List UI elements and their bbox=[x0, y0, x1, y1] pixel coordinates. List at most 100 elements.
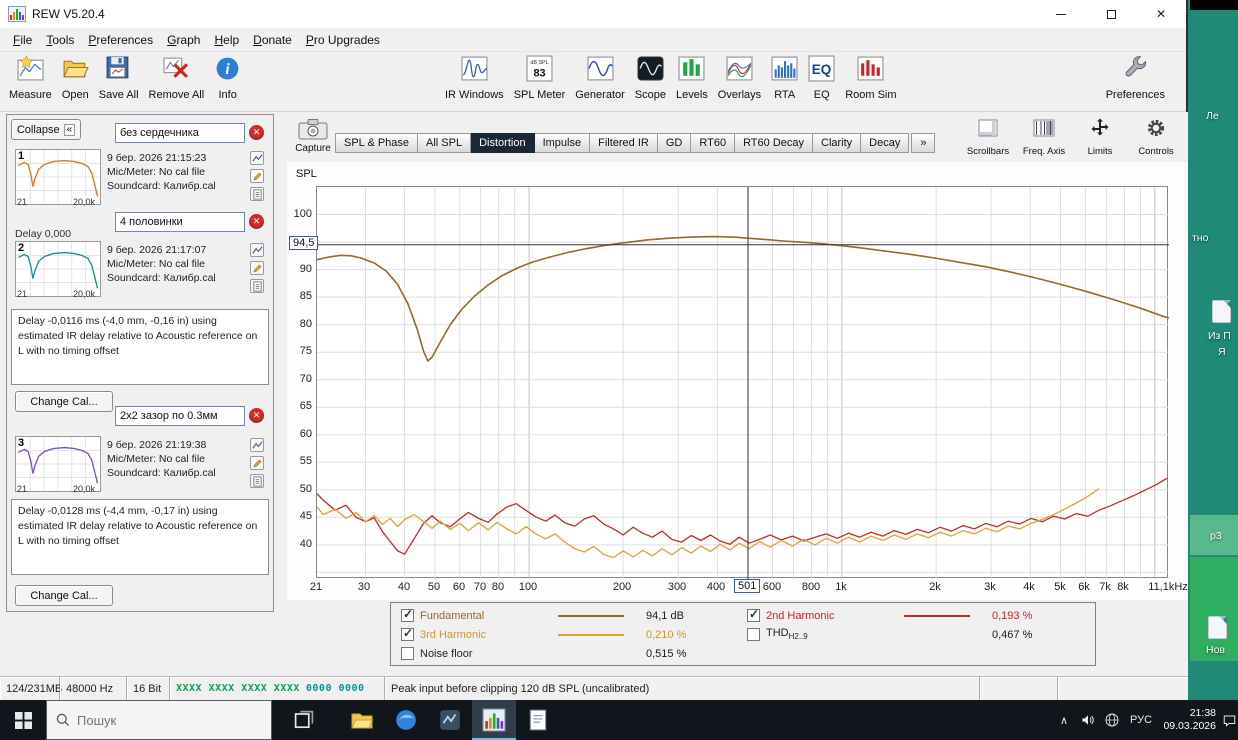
toolbar-rta-button[interactable]: RTA bbox=[771, 55, 798, 101]
measurement-name-input[interactable] bbox=[115, 212, 245, 232]
svg-text:EQ: EQ bbox=[812, 62, 832, 77]
x-tick-label: 7k bbox=[1099, 581, 1111, 593]
minimize-button[interactable] bbox=[1036, 0, 1086, 28]
toolbar-scope-button[interactable]: Scope bbox=[635, 55, 666, 101]
toolbar-irwindows-button[interactable]: IR Windows bbox=[445, 55, 504, 101]
legend-checkbox[interactable] bbox=[401, 607, 414, 622]
tab-clarity[interactable]: Clarity bbox=[813, 133, 862, 153]
desktop-icon-label[interactable]: Я bbox=[1218, 346, 1226, 358]
desktop-file-icon[interactable] bbox=[1212, 300, 1231, 323]
toolbar-overlays-button[interactable]: Overlays bbox=[718, 55, 761, 101]
menu-graph[interactable]: Graph bbox=[160, 30, 207, 50]
tab-rt60[interactable]: RT60 bbox=[691, 133, 736, 153]
change-cal-button[interactable]: Change Cal... bbox=[15, 391, 113, 412]
legend-checkbox[interactable] bbox=[401, 626, 414, 641]
measurement-notes-icon[interactable] bbox=[250, 279, 264, 293]
desktop-icon-label[interactable]: Из П bbox=[1208, 330, 1231, 342]
toolbar-roomsim-button[interactable]: Room Sim bbox=[845, 55, 897, 101]
network-button[interactable] bbox=[1100, 700, 1124, 740]
titlebar[interactable]: REW V5.20.4 ✕ bbox=[0, 0, 1186, 28]
legend-checkbox[interactable] bbox=[747, 607, 760, 622]
more-tabs-button[interactable]: » bbox=[911, 133, 936, 153]
desktop-icon-label[interactable]: Ле bbox=[1206, 110, 1219, 122]
measurement-mic: Mic/Meter: No cal file bbox=[107, 166, 206, 178]
toolbar-levels-button[interactable]: Levels bbox=[676, 55, 708, 101]
toolbar-removeall-button[interactable]: Remove All bbox=[149, 55, 204, 101]
measurement-soundcard: Soundcard: Калибр.cal bbox=[107, 180, 216, 192]
measurement-pencil-icon[interactable] bbox=[250, 169, 264, 183]
delete-measurement-button[interactable]: ✕ bbox=[249, 125, 264, 140]
clock[interactable]: 21:38 09.03.2026 bbox=[1158, 700, 1220, 740]
x-tick-label: 1k bbox=[835, 581, 847, 593]
close-button[interactable]: ✕ bbox=[1136, 0, 1186, 28]
legend-checkbox[interactable] bbox=[747, 628, 760, 641]
measurement-chart-icon[interactable] bbox=[250, 243, 264, 257]
tab-impulse[interactable]: Impulse bbox=[534, 133, 591, 153]
measurement-chart-icon[interactable] bbox=[250, 438, 264, 452]
toolbar-info-button[interactable]: i Info bbox=[214, 55, 241, 101]
action-center-button[interactable] bbox=[1220, 700, 1238, 740]
search-input[interactable] bbox=[77, 712, 247, 728]
measurement-pencil-icon[interactable] bbox=[250, 456, 264, 470]
file-explorer-button[interactable] bbox=[340, 700, 384, 740]
collapse-panel-button[interactable]: Collapse « bbox=[11, 119, 81, 140]
tab-spl-phase[interactable]: SPL & Phase bbox=[335, 133, 419, 153]
legend-row: Fundamental 94,1 dB 2nd Harmonic 0,193 % bbox=[397, 606, 1089, 625]
distortion-plot[interactable] bbox=[316, 186, 1169, 579]
toolbar-generator-button[interactable]: Generator bbox=[575, 55, 625, 101]
taskbar-search[interactable] bbox=[46, 700, 272, 740]
menu-donate[interactable]: Donate bbox=[246, 30, 299, 50]
toolbar-saveall-button[interactable]: Save All bbox=[99, 55, 139, 101]
desktop-icon-label[interactable]: Нов bbox=[1206, 644, 1225, 656]
tab-all-spl[interactable]: All SPL bbox=[418, 133, 472, 153]
measurement-notes-icon[interactable] bbox=[250, 474, 264, 488]
plot-canvas[interactable] bbox=[317, 187, 1169, 579]
tab-filtered-ir[interactable]: Filtered IR bbox=[590, 133, 658, 153]
measurement-pencil-icon[interactable] bbox=[250, 261, 264, 275]
capture-button[interactable]: Capture bbox=[293, 118, 333, 154]
language-indicator[interactable]: РУС bbox=[1124, 700, 1158, 740]
desktop-file-icon[interactable] bbox=[1208, 616, 1227, 639]
toolbar-measure-button[interactable]: Measure bbox=[9, 55, 52, 101]
delete-measurement-button[interactable]: ✕ bbox=[249, 214, 264, 229]
measurement-name-input[interactable] bbox=[115, 123, 245, 143]
menu-file[interactable]: File bbox=[6, 30, 39, 50]
delete-measurement-button[interactable]: ✕ bbox=[249, 408, 264, 423]
measurement-chart-icon[interactable] bbox=[250, 151, 264, 165]
menu-tools[interactable]: Tools bbox=[39, 30, 81, 50]
tab-distortion[interactable]: Distortion bbox=[471, 133, 535, 153]
change-cal-button[interactable]: Change Cal... bbox=[15, 585, 113, 606]
rew-taskbar-button[interactable] bbox=[472, 700, 516, 740]
y-tick-label: 65 bbox=[299, 400, 312, 412]
tab-decay[interactable]: Decay bbox=[861, 133, 910, 153]
freqaxis-button[interactable]: Freq. Axis bbox=[1016, 114, 1072, 157]
desktop-icon-label[interactable]: р3 bbox=[1210, 530, 1222, 542]
controls-button[interactable]: Controls bbox=[1128, 114, 1184, 157]
menu-preferences[interactable]: Preferences bbox=[81, 30, 160, 50]
volume-button[interactable] bbox=[1076, 700, 1100, 740]
toolbar-eq-button[interactable]: EQ EQ bbox=[808, 55, 835, 101]
desktop-icon-label[interactable]: тно bbox=[1192, 232, 1208, 244]
y-tick-label: 80 bbox=[299, 318, 312, 330]
legend-checkbox[interactable] bbox=[401, 647, 414, 660]
menu-pro-upgrades[interactable]: Pro Upgrades bbox=[299, 30, 387, 50]
measurement-date: 9 бер. 2026 21:17:07 bbox=[107, 244, 207, 256]
scrollbars-button[interactable]: Scrollbars bbox=[960, 114, 1016, 157]
toolbar-splmeter-button[interactable]: dB SPL 83 SPL Meter bbox=[514, 55, 565, 101]
x-tick-label: 2k bbox=[929, 581, 941, 593]
task-view-button[interactable] bbox=[282, 700, 326, 740]
start-button[interactable] bbox=[0, 700, 46, 740]
tab-rt60-decay[interactable]: RT60 Decay bbox=[735, 133, 813, 153]
limits-button[interactable]: Limits bbox=[1072, 114, 1128, 157]
tab-gd[interactable]: GD bbox=[657, 133, 692, 153]
maximize-button[interactable] bbox=[1086, 0, 1136, 28]
toolbar-open-button[interactable]: Open bbox=[62, 55, 89, 101]
notepad-button[interactable] bbox=[516, 700, 560, 740]
tray-overflow-button[interactable]: ∧ bbox=[1052, 700, 1076, 740]
measurement-name-input[interactable] bbox=[115, 406, 245, 426]
menu-help[interactable]: Help bbox=[207, 30, 246, 50]
browser-button[interactable] bbox=[384, 700, 428, 740]
app-button[interactable] bbox=[428, 700, 472, 740]
toolbar-preferences-button[interactable]: Preferences bbox=[1106, 55, 1165, 101]
measurement-notes-icon[interactable] bbox=[250, 187, 264, 201]
